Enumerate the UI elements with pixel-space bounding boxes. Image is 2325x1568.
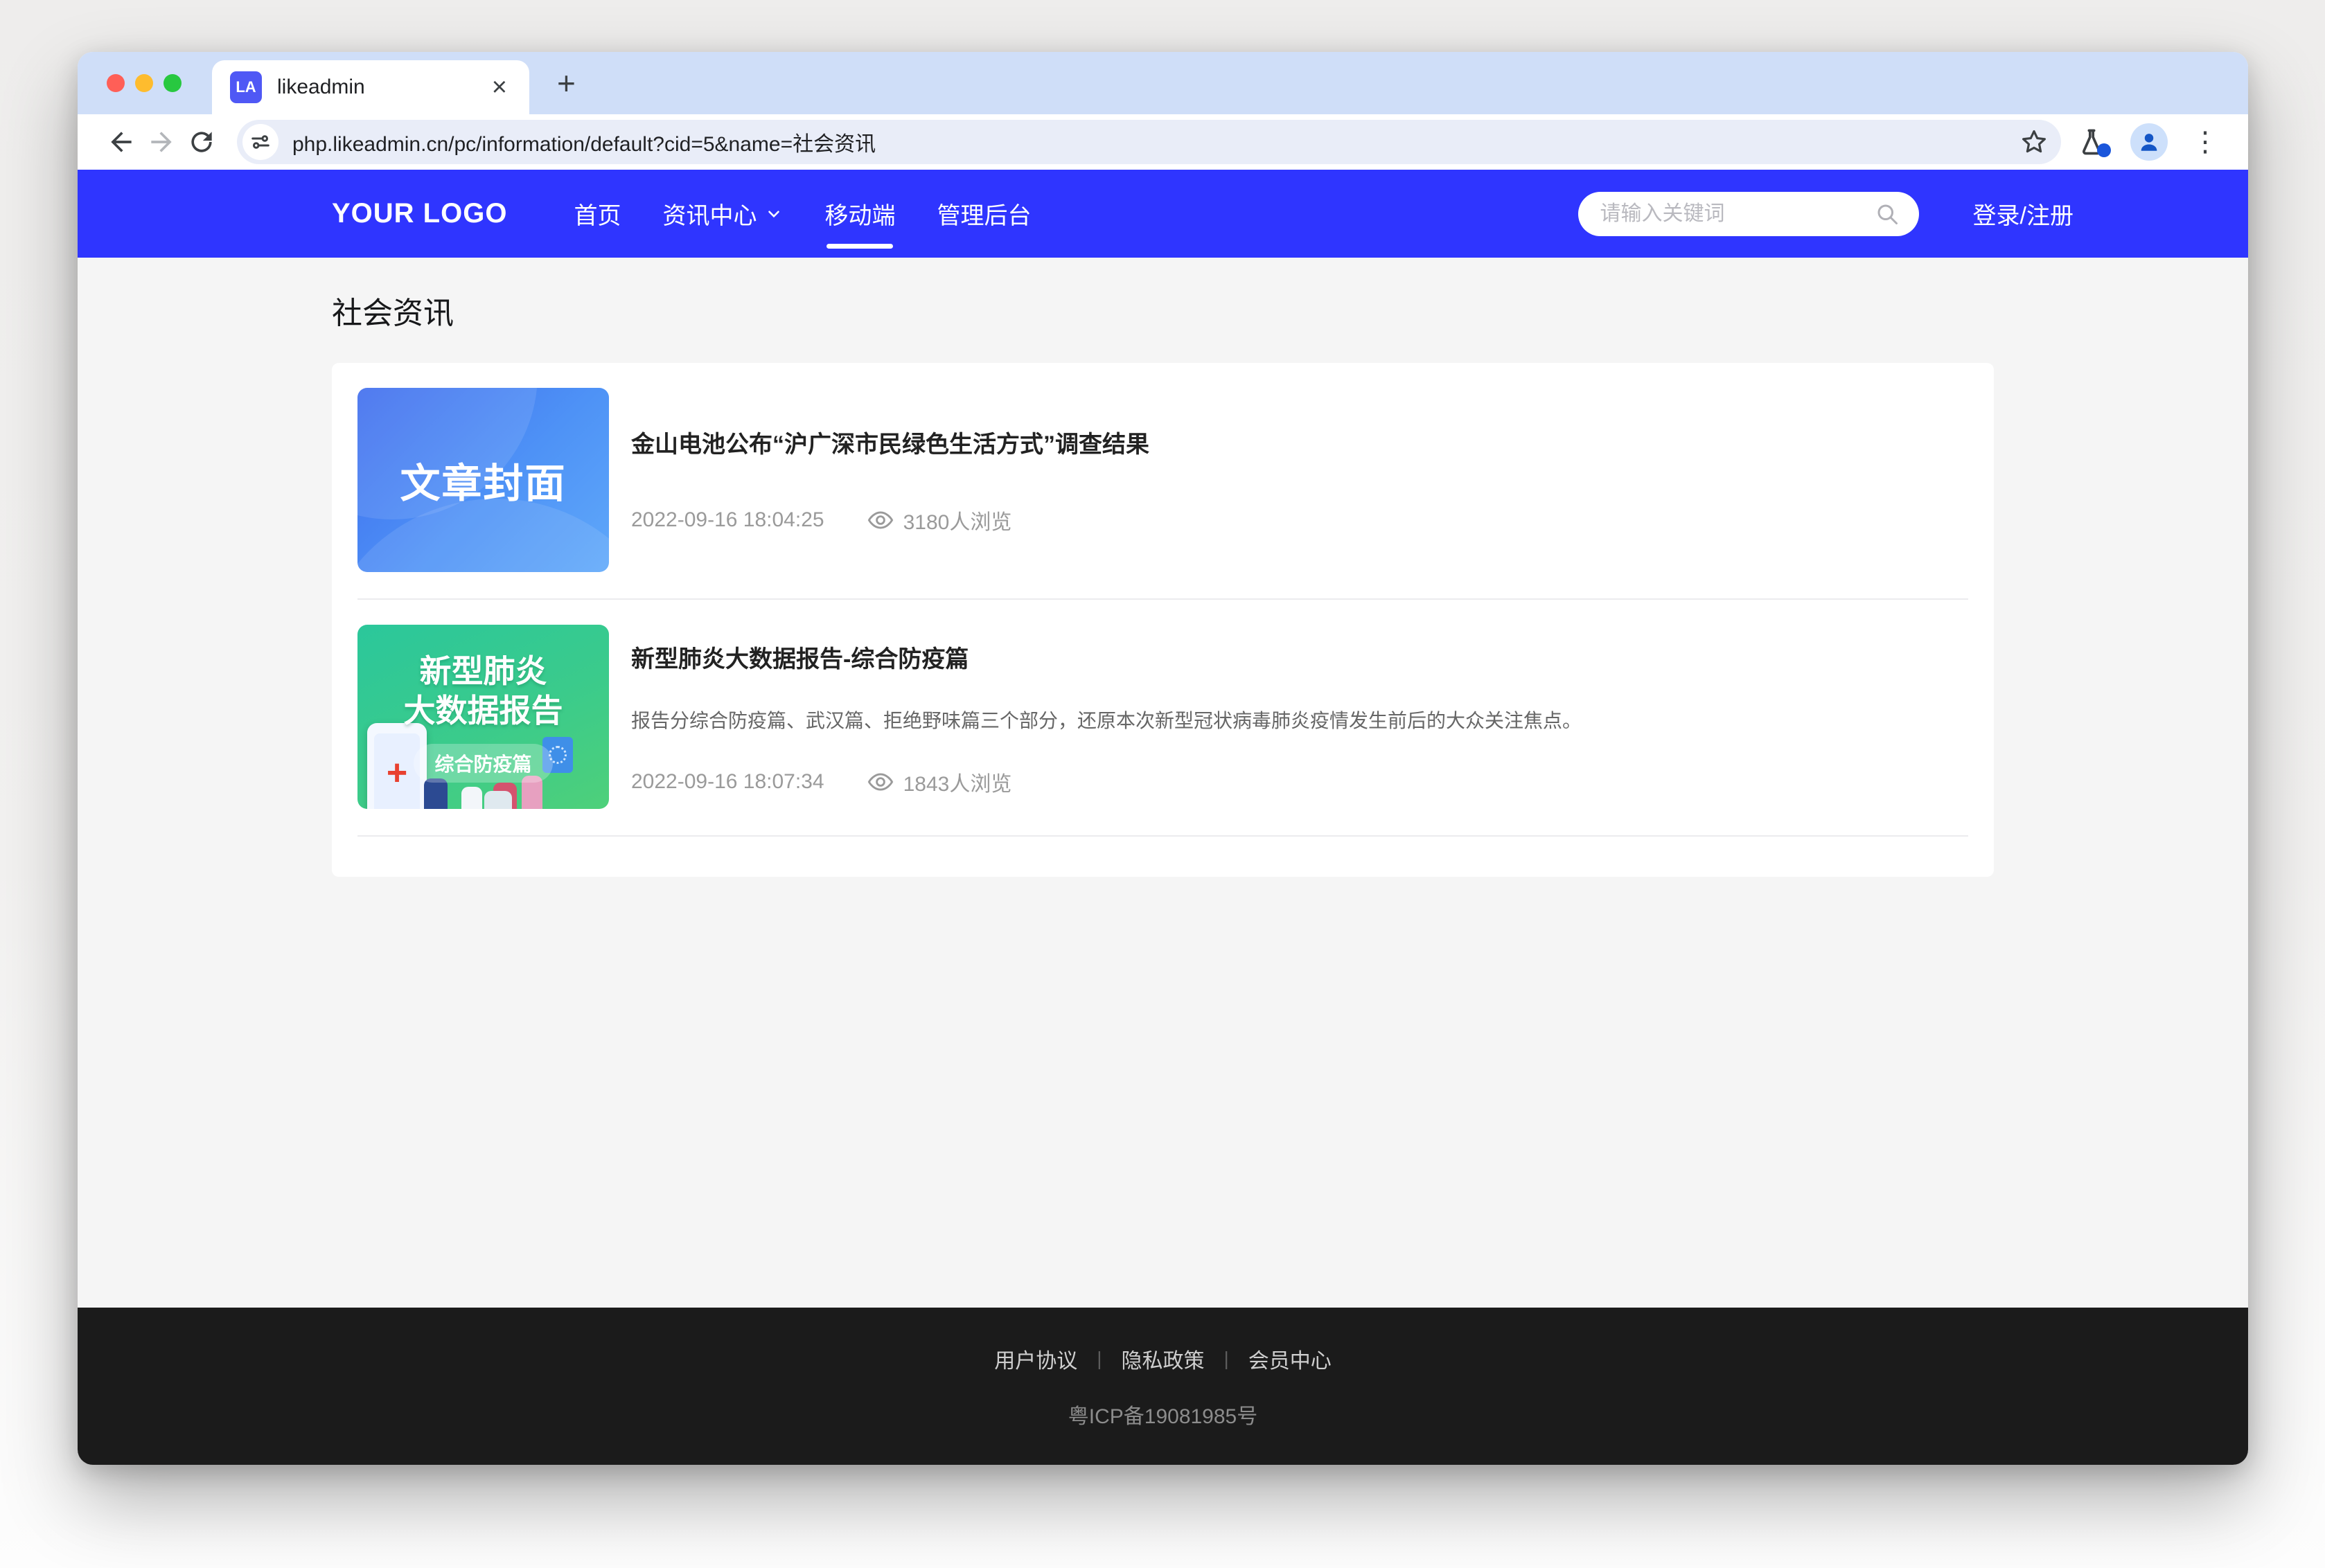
article-row-2[interactable]: 新型肺炎 大数据报告 综合防疫篇 + 新型肺炎大数据报告-综合防疫篇 报告分综合…: [357, 600, 1968, 837]
tab-strip: LA likeadmin × +: [78, 52, 2248, 114]
article-2-date: 2022-09-16 18:07:34: [631, 770, 824, 794]
thumbnail-cover-text: 文章封面: [400, 451, 566, 509]
site-header: YOUR LOGO 首页 资讯中心 移动端 管理后台: [78, 170, 2248, 258]
nav-item-mobile[interactable]: 移动端: [824, 190, 895, 238]
page-title: 社会资讯: [332, 288, 1994, 332]
search-icon[interactable]: [1875, 202, 1900, 226]
nav-item-home[interactable]: 首页: [574, 190, 621, 238]
site-settings-icon[interactable]: [242, 124, 279, 160]
search-input[interactable]: [1578, 202, 1875, 226]
article-2-description: 报告分综合防疫篇、武汉篇、拒绝野味篇三个部分，还原本次新型冠状病毒肺炎疫情发生前…: [631, 706, 1968, 733]
site-footer: 用户协议 | 隐私政策 | 会员中心 粤ICP备19081985号: [78, 1308, 2248, 1465]
close-window-button[interactable]: [107, 74, 125, 92]
reload-icon[interactable]: [182, 127, 222, 157]
article-1-views: 3180人浏览: [903, 505, 1012, 535]
article-1-date: 2022-09-16 18:04:25: [631, 508, 824, 532]
site-logo[interactable]: YOUR LOGO: [332, 198, 507, 229]
article-1-title[interactable]: 金山电池公布“沪广深市民绿色生活方式”调查结果: [631, 425, 1968, 459]
browser-tab[interactable]: LA likeadmin ×: [212, 60, 529, 114]
browser-menu-kebab-icon[interactable]: ⋮: [2191, 128, 2219, 156]
thumbnail-badge: 综合防疫篇: [414, 744, 552, 783]
window-controls: [107, 74, 182, 92]
footer-links: 用户协议 | 隐私政策 | 会员中心: [994, 1344, 1332, 1374]
toolbar-right-icons: ⋮: [2076, 123, 2225, 161]
url-bar[interactable]: php.likeadmin.cn/pc/information/default?…: [237, 120, 2061, 164]
search-box: [1578, 192, 1919, 236]
footer-link-member-center[interactable]: 会员中心: [1248, 1344, 1332, 1374]
nav-item-admin[interactable]: 管理后台: [937, 190, 1031, 238]
page-content: 社会资讯 文章封面 金山电池公布“沪广深市民绿色生活方式”调查结果 2022-0…: [78, 258, 2248, 1308]
article-1-meta: 2022-09-16 18:04:25 3180人浏览: [631, 505, 1968, 535]
article-2-title[interactable]: 新型肺炎大数据报告-综合防疫篇: [631, 640, 1968, 674]
new-tab-button[interactable]: +: [557, 67, 576, 99]
back-icon[interactable]: [101, 127, 141, 157]
forward-icon[interactable]: [141, 127, 182, 157]
site-favicon: LA: [230, 71, 262, 103]
views-eye-icon: [867, 510, 894, 531]
minimize-window-button[interactable]: [135, 74, 153, 92]
fullscreen-window-button[interactable]: [163, 74, 182, 92]
login-register-link[interactable]: 登录/注册: [1973, 197, 2074, 231]
main-navigation: 首页 资讯中心 移动端 管理后台: [553, 190, 1052, 238]
footer-link-privacy-policy[interactable]: 隐私政策: [1122, 1344, 1205, 1374]
chevron-down-icon: [765, 205, 783, 223]
article-2-meta: 2022-09-16 18:07:34 1843人浏览: [631, 767, 1968, 797]
article-1-thumbnail[interactable]: 文章封面: [357, 388, 609, 572]
views-eye-icon: [867, 772, 894, 792]
article-row-1[interactable]: 文章封面 金山电池公布“沪广深市民绿色生活方式”调查结果 2022-09-16 …: [357, 363, 1968, 600]
article-2-views: 1843人浏览: [903, 767, 1012, 797]
bookmark-star-icon[interactable]: [2019, 127, 2049, 157]
tab-title: likeadmin: [277, 75, 488, 99]
thumbnail-headline-line2: 大数据报告: [404, 691, 563, 731]
thumbnail-headline-line1: 新型肺炎: [420, 652, 547, 692]
footer-link-user-agreement[interactable]: 用户协议: [994, 1344, 1077, 1374]
url-text[interactable]: php.likeadmin.cn/pc/information/default?…: [292, 127, 2019, 157]
profile-avatar[interactable]: [2130, 123, 2168, 161]
close-tab-icon[interactable]: ×: [488, 74, 511, 100]
experiments-flask-icon[interactable]: [2076, 127, 2107, 157]
article-2-thumbnail[interactable]: 新型肺炎 大数据报告 综合防疫篇 +: [357, 625, 609, 809]
footer-separator: |: [1224, 1348, 1229, 1370]
nav-item-news-center[interactable]: 资讯中心: [662, 190, 783, 238]
browser-window: LA likeadmin × + php.likeadmin.cn/pc/inf…: [78, 52, 2248, 1465]
browser-toolbar: php.likeadmin.cn/pc/information/default?…: [78, 114, 2248, 170]
footer-separator: |: [1097, 1348, 1102, 1370]
icp-record-number: 粤ICP备19081985号: [1068, 1399, 1258, 1429]
article-list-card: 文章封面 金山电池公布“沪广深市民绿色生活方式”调查结果 2022-09-16 …: [332, 363, 1994, 877]
